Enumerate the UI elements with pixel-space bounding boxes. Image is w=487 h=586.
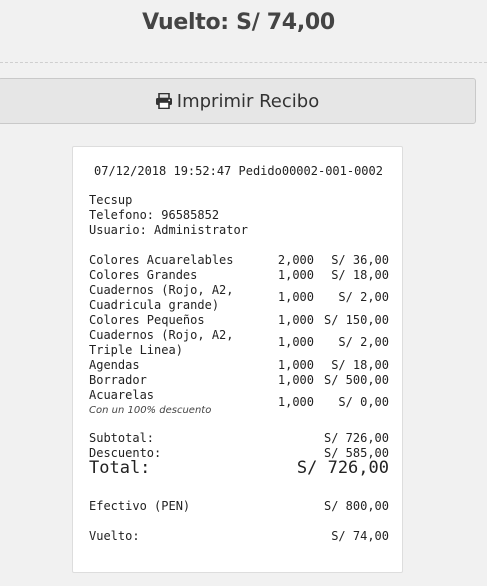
- item-name-cont: Triple Linea): [89, 343, 183, 357]
- receipt: 07/12/2018 19:52:47 Pedido00002-001-0002…: [72, 146, 403, 573]
- item-name: Borrador: [89, 373, 147, 387]
- item-name-cont: Cuadricula grande): [89, 298, 220, 312]
- item-qty: 1,000: [277, 395, 314, 409]
- total-value: S/ 726,00: [296, 458, 389, 478]
- item-amount: S/ 500,00: [323, 373, 389, 387]
- change-label: Vuelto:: [89, 529, 140, 543]
- item-amount: S/ 18,00: [331, 358, 389, 372]
- total-label: Total:: [89, 458, 151, 478]
- cash-value: S/ 800,00: [323, 499, 389, 513]
- item-qty: 1,000: [277, 335, 314, 349]
- item-name: Acuarelas: [89, 388, 155, 402]
- item-amount: S/ 2,00: [338, 290, 389, 304]
- item-qty: 1,000: [277, 358, 314, 372]
- subtotal-value: S/ 726,00: [323, 431, 389, 445]
- print-receipt-button[interactable]: Imprimir Recibo: [0, 78, 476, 124]
- item-qty: 1,000: [277, 290, 314, 304]
- item-amount: S/ 2,00: [338, 335, 389, 349]
- cashier-user: Usuario: Administrator: [89, 223, 248, 237]
- item-name: Agendas: [89, 358, 140, 372]
- item-qty: 2,000: [277, 253, 314, 267]
- item-name: Cuadernos (Rojo, A2,: [89, 328, 234, 342]
- item-name: Cuadernos (Rojo, A2,: [89, 283, 234, 297]
- item-amount: S/ 150,00: [323, 313, 389, 327]
- store-phone: Telefono: 96585852: [89, 208, 220, 222]
- divider: [0, 62, 487, 63]
- item-name: Colores Acuarelables: [89, 253, 234, 267]
- subtotal-label: Subtotal:: [89, 431, 155, 445]
- print-icon: [155, 92, 173, 110]
- change-title: Vuelto: S/ 74,00: [142, 10, 335, 35]
- item-name: Colores Pequeños: [89, 313, 205, 327]
- change-value: S/ 74,00: [331, 529, 389, 543]
- print-receipt-label: Imprimir Recibo: [176, 90, 320, 112]
- receipt-header: 07/12/2018 19:52:47 Pedido00002-001-0002: [94, 164, 383, 178]
- store-name: Tecsup: [89, 193, 133, 207]
- item-qty: 1,000: [277, 373, 314, 387]
- item-amount: S/ 36,00: [331, 253, 389, 267]
- item-discount-note: Con un 100% descuento: [89, 405, 212, 416]
- cash-label: Efectivo (PEN): [89, 499, 191, 513]
- item-qty: 1,000: [277, 313, 314, 327]
- item-name: Colores Grandes: [89, 268, 198, 282]
- item-amount: S/ 18,00: [331, 268, 389, 282]
- item-qty: 1,000: [277, 268, 314, 282]
- item-amount: S/ 0,00: [338, 395, 389, 409]
